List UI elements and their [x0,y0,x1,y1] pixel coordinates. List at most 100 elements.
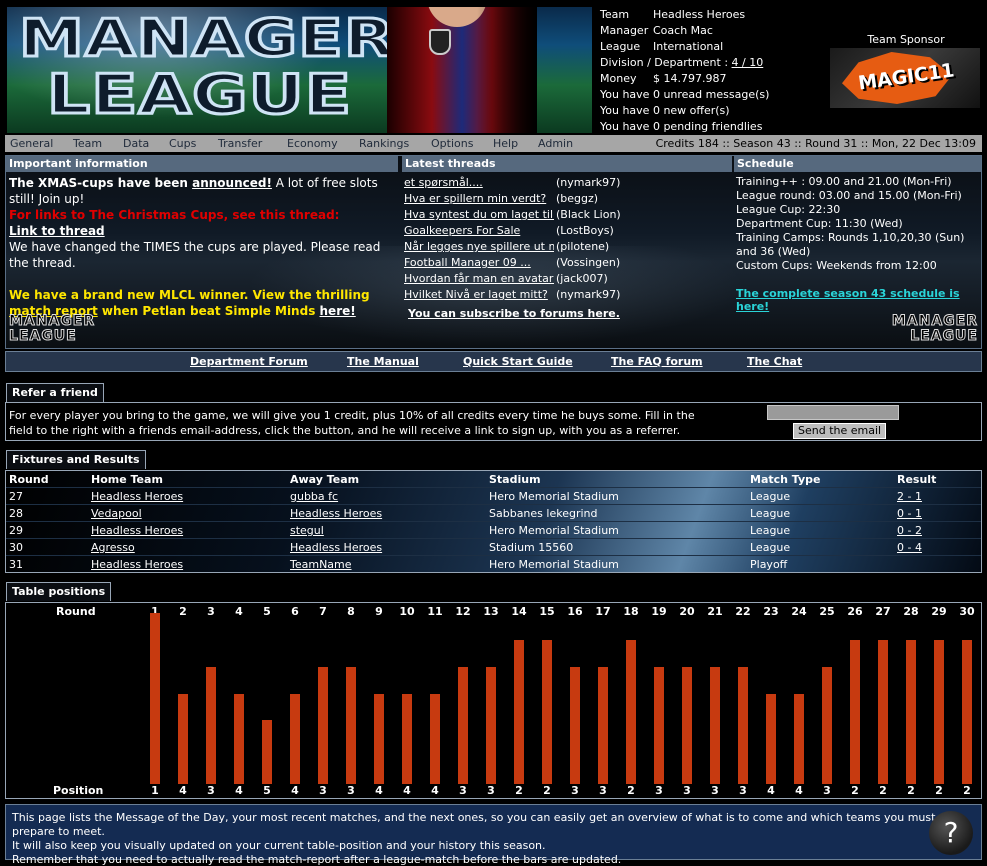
table-row: 29 Headless Heroes stegul Hero Memorial … [6,521,981,538]
chart-column: 21 3 [702,603,728,798]
chart-column: 10 4 [394,603,420,798]
position-value-label: 3 [571,784,579,797]
latest-threads-list: et spørsmål.... (nymark97) Hva er spiller… [404,175,734,303]
match-type-cell: League [750,507,791,520]
thread-title-link[interactable]: Hva er spillern min verdt? [404,191,554,207]
help-icon[interactable]: ? [929,811,973,855]
player-image [387,7,537,133]
schedule-list: Training++ : 09.00 and 21.00 (Mon-Fri) L… [736,175,981,273]
menu-item-team[interactable]: Team [73,135,102,152]
chart-column: 22 3 [730,603,756,798]
match-type-cell: Playoff [750,558,788,571]
position-bar [458,666,468,784]
round-cell: 29 [9,524,23,537]
chart-column: 19 3 [646,603,672,798]
round-tick-label: 17 [595,605,611,618]
round-tick-label: 4 [235,605,243,618]
position-value-label: 4 [795,784,803,797]
thread-author: (LostBoys) [556,224,614,237]
menu-item-rankings[interactable]: Rankings [359,135,409,152]
fixtures-table: Round Home Team Away Team Stadium Match … [5,470,982,573]
menu-item-economy[interactable]: Economy [287,135,338,152]
result-link[interactable]: 0 - 4 [897,541,922,554]
away-team-link[interactable]: TeamName [290,558,352,571]
menu-item-data[interactable]: Data [123,135,149,152]
subscribe-forums-link[interactable]: You can subscribe to forums here. [408,307,620,320]
position-value-label: 4 [767,784,775,797]
menu-item-general[interactable]: General [10,135,53,152]
position-bar [234,693,244,784]
manager-league-logo-banner[interactable]: MANAGER LEAGUE [7,7,592,133]
menu-item-transfer[interactable]: Transfer [218,135,262,152]
manual-link[interactable]: The Manual [347,355,419,368]
home-team-link[interactable]: Vedapool [91,507,142,520]
chart-column: 13 3 [478,603,504,798]
messages-status[interactable]: You have 0 unread message(s) [600,87,830,103]
offers-status[interactable]: You have 0 new offer(s) [600,103,830,119]
match-type-cell: League [750,490,791,503]
friend-email-input[interactable] [767,405,899,420]
refer-friend-description: For every player you bring to the game, … [9,409,695,437]
position-value-label: 2 [907,784,915,797]
menu-item-help[interactable]: Help [493,135,518,152]
thread-title-link[interactable]: et spørsmål.... [404,175,554,191]
position-value-label: 2 [963,784,971,797]
home-team-link[interactable]: Headless Heroes [91,490,183,503]
position-value-label: 2 [851,784,859,797]
thread-title-link[interactable]: Når legges nye spillere ut me... [404,239,554,255]
season-schedule-link[interactable]: The complete season 43 schedule is here! [736,287,981,313]
link-to-thread[interactable]: Link to thread [9,224,105,238]
away-team-link[interactable]: stegul [290,524,324,537]
menu-item-cups[interactable]: Cups [169,135,196,152]
position-value-label: 3 [739,784,747,797]
xmas-cups-announcement: The XMAS-cups have been announced! A lot… [9,175,401,207]
team-label: Team [600,8,630,21]
cup-times-notice: We have changed the TIMES the cups are p… [9,240,381,270]
result-link[interactable]: 0 - 1 [897,507,922,520]
away-team-link[interactable]: gubba fc [290,490,338,503]
position-bar [598,666,608,784]
sponsor-logo[interactable]: MAGIC11 [830,48,980,108]
position-value-label: 3 [823,784,831,797]
home-team-link[interactable]: Agresso [91,541,135,554]
faq-forum-link[interactable]: The FAQ forum [611,355,703,368]
chat-link[interactable]: The Chat [747,355,802,368]
away-team-link[interactable]: Headless Heroes [290,541,382,554]
department-forum-link[interactable]: Department Forum [190,355,308,368]
position-value-label: 1 [151,784,159,797]
chart-column: 23 4 [758,603,784,798]
menu-item-admin[interactable]: Admin [538,135,573,152]
position-value-label: 3 [207,784,215,797]
position-value-label: 3 [655,784,663,797]
mlcl-text-1: We have a brand new MLCL winner. View th… [9,288,370,302]
announced-link[interactable]: announced! [192,176,272,190]
friendlies-status[interactable]: You have 0 pending friendlies [600,119,830,135]
menu-item-options[interactable]: Options [431,135,473,152]
home-team-link[interactable]: Headless Heroes [91,558,183,571]
division-link[interactable]: 4 / 10 [732,56,764,69]
chart-column: 18 2 [618,603,644,798]
manager-league-watermark-right: MANAGER LEAGUE [883,313,978,346]
away-team-link[interactable]: Headless Heroes [290,507,382,520]
home-team-link[interactable]: Headless Heroes [91,524,183,537]
stadium-cell: Sabbanes lekegrind [489,507,598,520]
chart-column: 11 [142,603,168,798]
result-link[interactable]: 2 - 1 [897,490,922,503]
chart-column: 25 3 [814,603,840,798]
thread-title-link[interactable]: Football Manager 09 ... [404,255,554,271]
round-tick-label: 11 [427,605,443,618]
thread-title-link[interactable]: Goalkeepers For Sale [404,223,554,239]
footer-line: It will also keep you visually updated o… [12,839,546,852]
result-link[interactable]: 0 - 2 [897,524,922,537]
thread-title-link[interactable]: Hva syntest du om laget til de... [404,207,554,223]
position-value-label: 3 [319,784,327,797]
refer-friend-tab: Refer a friend [6,383,104,402]
thread-title-link[interactable]: Hvordan får man en avatar til... [404,271,554,287]
round-tick-label: 5 [263,605,271,618]
position-bar [486,666,496,784]
round-tick-label: 2 [179,605,187,618]
here-link[interactable]: here! [320,304,356,318]
quick-start-guide-link[interactable]: Quick Start Guide [463,355,573,368]
thread-title-link[interactable]: Hvilket Nivå er laget mitt? [404,287,554,303]
send-email-button[interactable]: Send the email [793,423,887,439]
